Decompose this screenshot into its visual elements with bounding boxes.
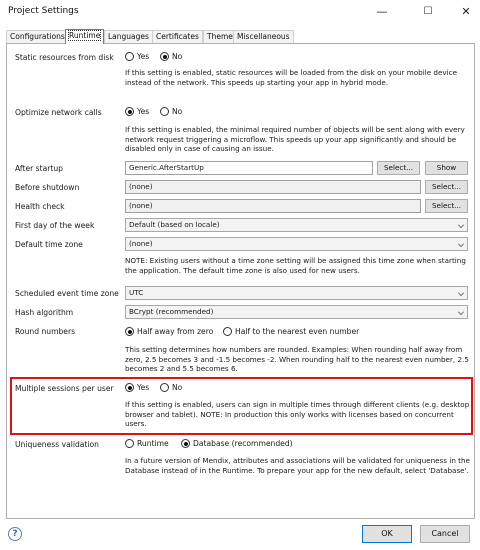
radio-label: Database (recommended) [193,439,293,448]
optimize-network-label: Optimize network calls [15,108,102,117]
after-startup-select-button[interactable]: Select... [377,161,420,175]
window-title: Project Settings [8,6,79,16]
radio-label: Half to the nearest even number [235,327,360,336]
multiple-sessions-description: If this setting is enabled, users can si… [125,400,470,428]
radio-indicator [125,107,134,116]
maximize-button[interactable]: ☐ [414,2,442,22]
radio-label: Yes [137,383,150,392]
tab-languages[interactable]: Languages [104,30,153,43]
default-timezone-description: NOTE: Existing users without a time zone… [125,256,466,275]
before-shutdown-field[interactable]: (none) [125,180,421,194]
scheduled-timezone-dropdown[interactable]: UTC [125,286,468,300]
uniqueness-label: Uniqueness validation [15,440,99,449]
tab-label: Miscellaneous [237,32,290,41]
dropdown-value: (none) [129,239,153,248]
tab-label: Configurations [10,32,65,41]
first-day-label: First day of the week [15,221,95,230]
multiple-sessions-yes-radio[interactable]: Yes [125,383,149,392]
uniqueness-runtime-radio[interactable]: Runtime [125,439,169,448]
static-resources-description: If this setting is enabled, static resou… [125,68,458,87]
radio-label: Yes [137,107,150,116]
cancel-button[interactable]: Cancel [420,525,470,543]
radio-label: Half away from zero [137,327,214,336]
chevron-down-icon [458,290,464,296]
radio-indicator [125,383,134,392]
round-half-away-radio[interactable]: Half away from zero [125,327,213,336]
dropdown-value: UTC [129,288,144,297]
close-button[interactable]: ✕ [452,2,480,22]
after-startup-field[interactable]: Generic.AfterStartUp [125,161,373,175]
default-timezone-label: Default time zone [15,240,83,249]
radio-indicator [160,52,169,61]
before-shutdown-label: Before shutdown [15,183,80,192]
tab-certificates[interactable]: Certificates [152,30,203,43]
tab-label: Runtime [67,30,102,41]
tab-miscellaneous[interactable]: Miscellaneous [233,30,294,43]
health-check-field[interactable]: (none) [125,199,421,213]
tab-label: Theme [207,32,233,41]
first-day-dropdown[interactable]: Default (based on locale) [125,218,468,232]
static-resources-no-radio[interactable]: No [160,52,182,61]
multiple-sessions-no-radio[interactable]: No [160,383,182,392]
radio-indicator [181,439,190,448]
round-half-even-radio[interactable]: Half to the nearest even number [223,327,359,336]
round-numbers-description: This setting determines how numbers are … [125,345,469,373]
radio-indicator [160,383,169,392]
radio-label: No [172,383,183,392]
scheduled-timezone-label: Scheduled event time zone [15,289,119,298]
title-bar: Project Settings — ☐ ✕ [0,0,480,24]
after-startup-show-button[interactable]: Show [425,161,468,175]
tab-configurations[interactable]: Configurations [6,30,69,43]
static-resources-label: Static resources from disk [15,53,114,62]
hash-algorithm-dropdown[interactable]: BCrypt (recommended) [125,305,468,319]
radio-indicator [160,107,169,116]
tab-label: Languages [108,32,149,41]
multiple-sessions-label: Multiple sessions per user [15,384,114,393]
optimize-network-no-radio[interactable]: No [160,107,182,116]
help-icon[interactable]: ? [8,527,22,541]
uniqueness-database-radio[interactable]: Database (recommended) [181,439,293,448]
radio-indicator [125,327,134,336]
ok-button[interactable]: OK [362,525,412,543]
dialog-footer: ? OK Cancel [0,521,480,550]
radio-label: No [172,52,183,61]
radio-indicator [223,327,232,336]
hash-algorithm-label: Hash algorithm [15,308,74,317]
radio-label: Yes [137,52,150,61]
optimize-network-yes-radio[interactable]: Yes [125,107,149,116]
tab-theme[interactable]: Theme [203,30,237,43]
chevron-down-icon [458,309,464,315]
chevron-down-icon [458,222,464,228]
tab-runtime[interactable]: Runtime [65,29,105,44]
dropdown-value: BCrypt (recommended) [129,307,214,316]
before-shutdown-select-button[interactable]: Select... [425,180,468,194]
static-resources-yes-radio[interactable]: Yes [125,52,149,61]
radio-label: No [172,107,183,116]
round-numbers-label: Round numbers [15,327,76,336]
radio-indicator [125,439,134,448]
tab-label: Certificates [156,32,199,41]
health-check-label: Health check [15,202,65,211]
optimize-network-description: If this setting is enabled, the minimal … [125,125,465,153]
chevron-down-icon [458,241,464,247]
minimize-button[interactable]: — [368,2,396,22]
after-startup-label: After startup [15,164,63,173]
dropdown-value: Default (based on locale) [129,220,220,229]
runtime-settings-panel: Static resources from disk Yes No If thi… [6,43,475,519]
default-timezone-dropdown[interactable]: (none) [125,237,468,251]
health-check-select-button[interactable]: Select... [425,199,468,213]
radio-label: Runtime [137,439,169,448]
radio-indicator [125,52,134,61]
tab-bar: Configurations Runtime Languages Certifi… [6,29,474,44]
uniqueness-description: In a future version of Mendix, attribute… [125,456,470,475]
